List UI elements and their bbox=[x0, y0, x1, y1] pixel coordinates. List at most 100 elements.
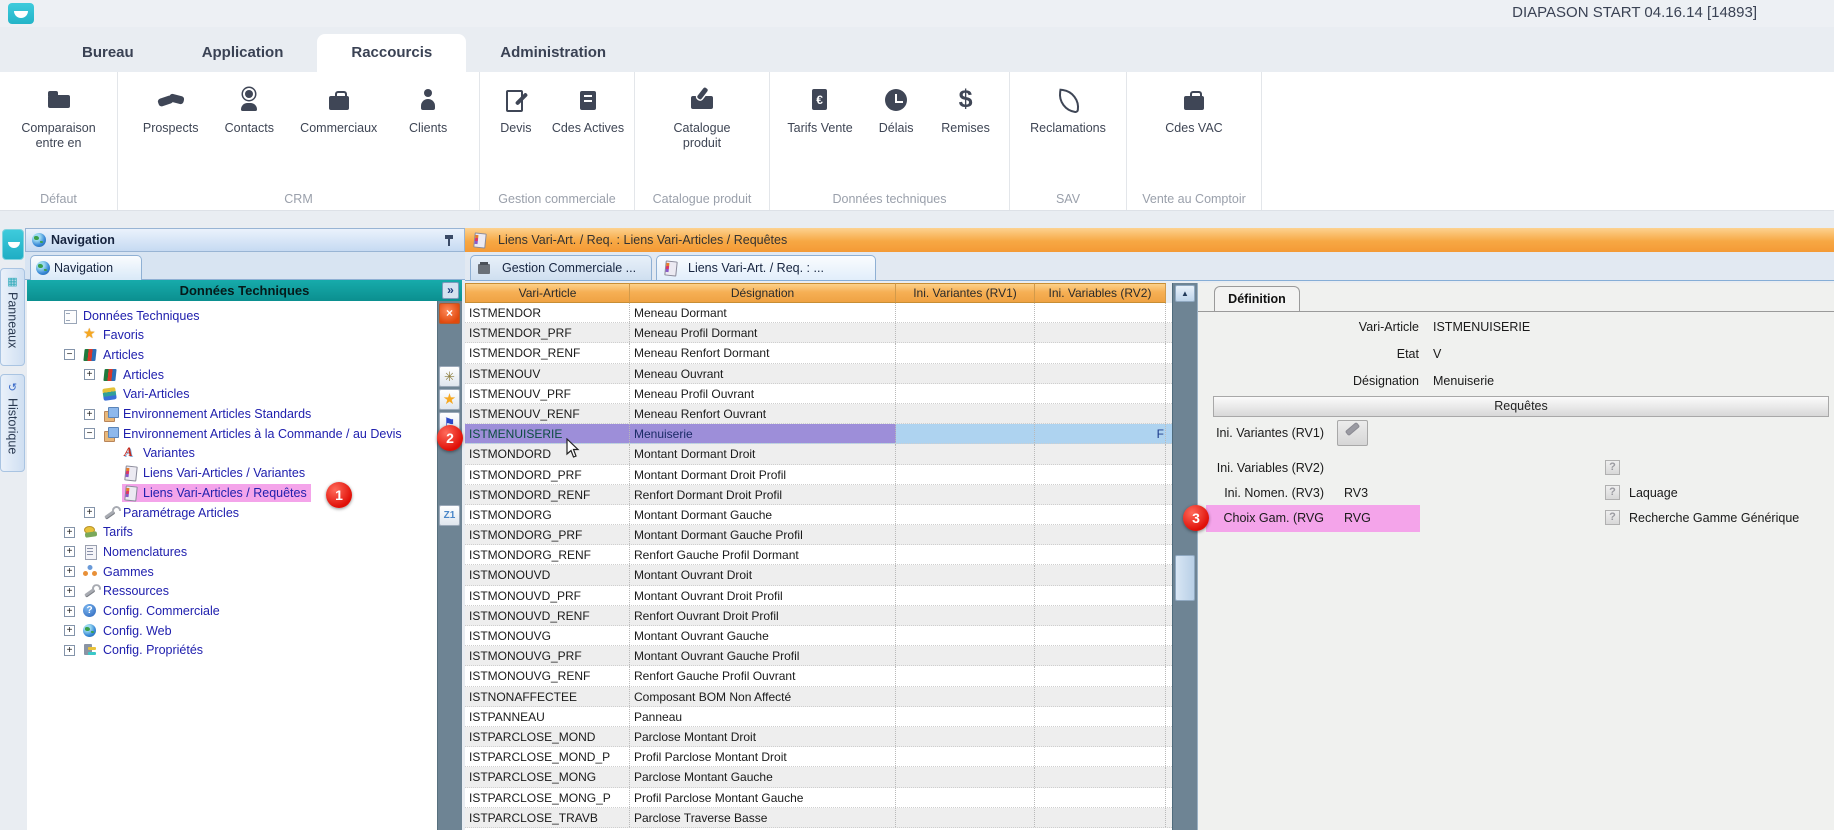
table-row-istmonouvd-renf[interactable]: ISTMONOUVD_RENFRenfort Ouvrant Droit Pro… bbox=[465, 606, 1172, 626]
tree-item-environnement-articles-a-la-commande-au-devis[interactable]: −Environnement Articles à la Commande / … bbox=[27, 424, 437, 443]
table-row-istmondord-renf[interactable]: ISTMONDORD_RENFRenfort Dormant Droit Pro… bbox=[465, 485, 1172, 505]
table-vertical-scrollbar[interactable]: ▲ bbox=[1172, 283, 1197, 830]
tree-item-favoris[interactable]: Favoris bbox=[27, 326, 437, 345]
collapse-icon[interactable]: − bbox=[84, 428, 95, 439]
column-header-vari-article[interactable]: Vari-Article bbox=[465, 283, 630, 303]
table-row-istmondorg[interactable]: ISTMONDORGMontant Dormant Gauche bbox=[465, 505, 1172, 525]
ribbon-item-comparaison-entre-en[interactable]: Comparaison entre en bbox=[13, 86, 105, 151]
table-row-istparclose-travb[interactable]: ISTPARCLOSE_TRAVBParclose Traverse Basse bbox=[465, 808, 1172, 828]
tree-item-articles[interactable]: +Articles bbox=[27, 365, 437, 384]
ribbon-item-remises[interactable]: Remises bbox=[940, 86, 992, 136]
help-icon[interactable]: ? bbox=[1605, 460, 1620, 475]
tree-item-environnement-articles-standards[interactable]: +Environnement Articles Standards bbox=[27, 405, 437, 424]
tree-item-config-web[interactable]: +Config. Web bbox=[27, 621, 437, 640]
tree-item-nomenclatures[interactable]: +Nomenclatures bbox=[27, 542, 437, 561]
document-tab-liens-vari-art-req[interactable]: Liens Vari-Art. / Req. : ... bbox=[656, 255, 876, 280]
document-tab-gestion-commerciale[interactable]: Gestion Commerciale ... bbox=[470, 255, 652, 280]
table-row-istmondorg-renf[interactable]: ISTMONDORG_RENFRenfort Gauche Profil Dor… bbox=[465, 545, 1172, 565]
table-row-istmenouv-prf[interactable]: ISTMENOUV_PRFMeneau Profil Ouvrant bbox=[465, 384, 1172, 404]
menu-tab-bureau[interactable]: Bureau bbox=[48, 34, 168, 72]
expand-icon[interactable]: + bbox=[64, 586, 75, 597]
notebook-icon bbox=[472, 233, 487, 247]
ribbon-item-commerciaux[interactable]: Commerciaux bbox=[300, 86, 377, 136]
tree-item-donnees-techniques[interactable]: Données Techniques bbox=[27, 306, 437, 325]
ribbon-item-reclamations[interactable]: Reclamations bbox=[1030, 86, 1106, 136]
expand-icon[interactable]: + bbox=[84, 507, 95, 518]
compass-icon[interactable]: ✳ bbox=[439, 366, 460, 387]
ribbon-item-cdes-vac[interactable]: Cdes VAC bbox=[1165, 86, 1222, 136]
table-row-istmondord-prf[interactable]: ISTMONDORD_PRFMontant Dormant Droit Prof… bbox=[465, 465, 1172, 485]
expand-icon[interactable]: + bbox=[64, 606, 75, 617]
table-row-istmenouv-renf[interactable]: ISTMENOUV_RENFMeneau Renfort Ouvrant bbox=[465, 404, 1172, 424]
table-row-istmonouvg-renf[interactable]: ISTMONOUVG_RENFRenfort Gauche Profil Ouv… bbox=[465, 666, 1172, 686]
ribbon-item-contacts[interactable]: Contacts bbox=[223, 86, 275, 136]
menu-tab-raccourcis[interactable]: Raccourcis bbox=[317, 34, 466, 72]
collapse-icon[interactable]: − bbox=[64, 349, 75, 360]
column-header-designation[interactable]: Désignation bbox=[630, 283, 896, 303]
table-row-istparclose-mong[interactable]: ISTPARCLOSE_MONGParclose Montant Gauche bbox=[465, 767, 1172, 787]
table-row-istmenouv[interactable]: ISTMENOUVMeneau Ouvrant bbox=[465, 364, 1172, 384]
cell: Montant Ouvrant Gauche bbox=[630, 626, 896, 645]
tab-definition[interactable]: Définition bbox=[1214, 286, 1300, 312]
tree-item-tarifs[interactable]: +Tarifs bbox=[27, 523, 437, 542]
ribbon-item-delais[interactable]: Délais bbox=[870, 86, 922, 136]
pin-icon[interactable] bbox=[444, 234, 454, 247]
help-icon[interactable]: ? bbox=[1605, 485, 1620, 500]
tree-item-vari-articles[interactable]: Vari-Articles bbox=[27, 385, 437, 404]
tree-item-parametrage-articles[interactable]: +Paramétrage Articles bbox=[27, 503, 437, 522]
ribbon-item-catalogue-produit[interactable]: Catalogue produit bbox=[656, 86, 748, 151]
step-badge-2: 2 bbox=[437, 425, 463, 451]
tree-item-liens-vari-articles-variantes[interactable]: Liens Vari-Articles / Variantes bbox=[27, 464, 437, 483]
expand-all-button[interactable]: » bbox=[442, 282, 459, 299]
side-tab-panneaux[interactable]: ▦ Panneaux bbox=[0, 268, 25, 366]
menu-tab-application[interactable]: Application bbox=[168, 34, 318, 72]
table-row-istnonaffectee[interactable]: ISTNONAFFECTEEComposant BOM Non Affecté bbox=[465, 687, 1172, 707]
table-row-istparclose-mond[interactable]: ISTPARCLOSE_MONDParclose Montant Droit bbox=[465, 727, 1172, 747]
ribbon-item-tarifs-vente[interactable]: Tarifs Vente bbox=[787, 86, 852, 136]
favorite-star-icon[interactable]: ★ bbox=[439, 389, 460, 410]
table-row-istmonouvg-prf[interactable]: ISTMONOUVG_PRFMontant Ouvrant Gauche Pro… bbox=[465, 646, 1172, 666]
ribbon-item-cdes-actives[interactable]: Cdes Actives bbox=[552, 86, 624, 136]
table-row-istmendor[interactable]: ISTMENDORMeneau Dormant bbox=[465, 303, 1172, 323]
ribbon-item-prospects[interactable]: Prospects bbox=[143, 86, 199, 136]
tree-item-liens-vari-articles-requetes[interactable]: Liens Vari-Articles / Requêtes bbox=[27, 483, 437, 502]
expand-icon[interactable]: + bbox=[64, 527, 75, 538]
help-icon[interactable]: ? bbox=[1605, 510, 1620, 525]
table-row-istparclose-mond-p[interactable]: ISTPARCLOSE_MOND_PProfil Parclose Montan… bbox=[465, 747, 1172, 767]
table-row-istmendor-prf[interactable]: ISTMENDOR_PRFMeneau Profil Dormant bbox=[465, 323, 1172, 343]
properties-icon bbox=[83, 643, 98, 657]
ribbon-item-clients[interactable]: Clients bbox=[402, 86, 454, 136]
expand-icon[interactable]: + bbox=[64, 625, 75, 636]
tree-item-config-proprietes[interactable]: +Config. Propriétés bbox=[27, 641, 437, 660]
diapason-mini-logo-icon[interactable] bbox=[2, 229, 24, 260]
scrollbar-thumb[interactable] bbox=[1175, 555, 1195, 601]
menu-tab-administration[interactable]: Administration bbox=[466, 34, 640, 72]
side-tab-historique[interactable]: ↺ Historique bbox=[0, 374, 25, 472]
table-row-istmonouvd-prf[interactable]: ISTMONOUVD_PRFMontant Ouvrant Droit Prof… bbox=[465, 586, 1172, 606]
table-row-istmendor-renf[interactable]: ISTMENDOR_RENFMeneau Renfort Dormant bbox=[465, 343, 1172, 363]
expand-icon[interactable]: + bbox=[84, 369, 95, 380]
cell: ISTMONDORG bbox=[465, 505, 630, 524]
column-header-ini-variables-rv2[interactable]: Ini. Variables (RV2) bbox=[1035, 283, 1166, 303]
tree-item-variantes[interactable]: Variantes bbox=[27, 444, 437, 463]
column-header-ini-variantes-rv1[interactable]: Ini. Variantes (RV1) bbox=[896, 283, 1035, 303]
tree-item-gammes[interactable]: +Gammes bbox=[27, 562, 437, 581]
tree-item-articles[interactable]: −Articles bbox=[27, 345, 437, 364]
zoom-z1-icon[interactable]: Z1 bbox=[439, 505, 460, 526]
tree-item-ressources[interactable]: +Ressources bbox=[27, 582, 437, 601]
table-row-istpanneau[interactable]: ISTPANNEAUPanneau bbox=[465, 707, 1172, 727]
expand-icon[interactable]: + bbox=[64, 546, 75, 557]
table-row-istmonouvd[interactable]: ISTMONOUVDMontant Ouvrant Droit bbox=[465, 565, 1172, 585]
tab-navigation[interactable]: Navigation bbox=[30, 255, 142, 280]
close-red-icon[interactable]: × bbox=[439, 303, 460, 324]
expand-icon[interactable]: + bbox=[64, 645, 75, 656]
edit-icon[interactable] bbox=[1337, 420, 1368, 446]
table-row-istmondorg-prf[interactable]: ISTMONDORG_PRFMontant Dormant Gauche Pro… bbox=[465, 525, 1172, 545]
table-row-istparclose-mong-p[interactable]: ISTPARCLOSE_MONG_PProfil Parclose Montan… bbox=[465, 788, 1172, 808]
tree-item-config-commerciale[interactable]: +Config. Commerciale bbox=[27, 602, 437, 621]
ribbon-item-devis[interactable]: Devis bbox=[490, 86, 542, 136]
scroll-up-icon[interactable]: ▲ bbox=[1175, 285, 1195, 302]
expand-icon[interactable]: + bbox=[64, 566, 75, 577]
expand-icon[interactable]: + bbox=[84, 409, 95, 420]
table-row-istmonouvg[interactable]: ISTMONOUVGMontant Ouvrant Gauche bbox=[465, 626, 1172, 646]
